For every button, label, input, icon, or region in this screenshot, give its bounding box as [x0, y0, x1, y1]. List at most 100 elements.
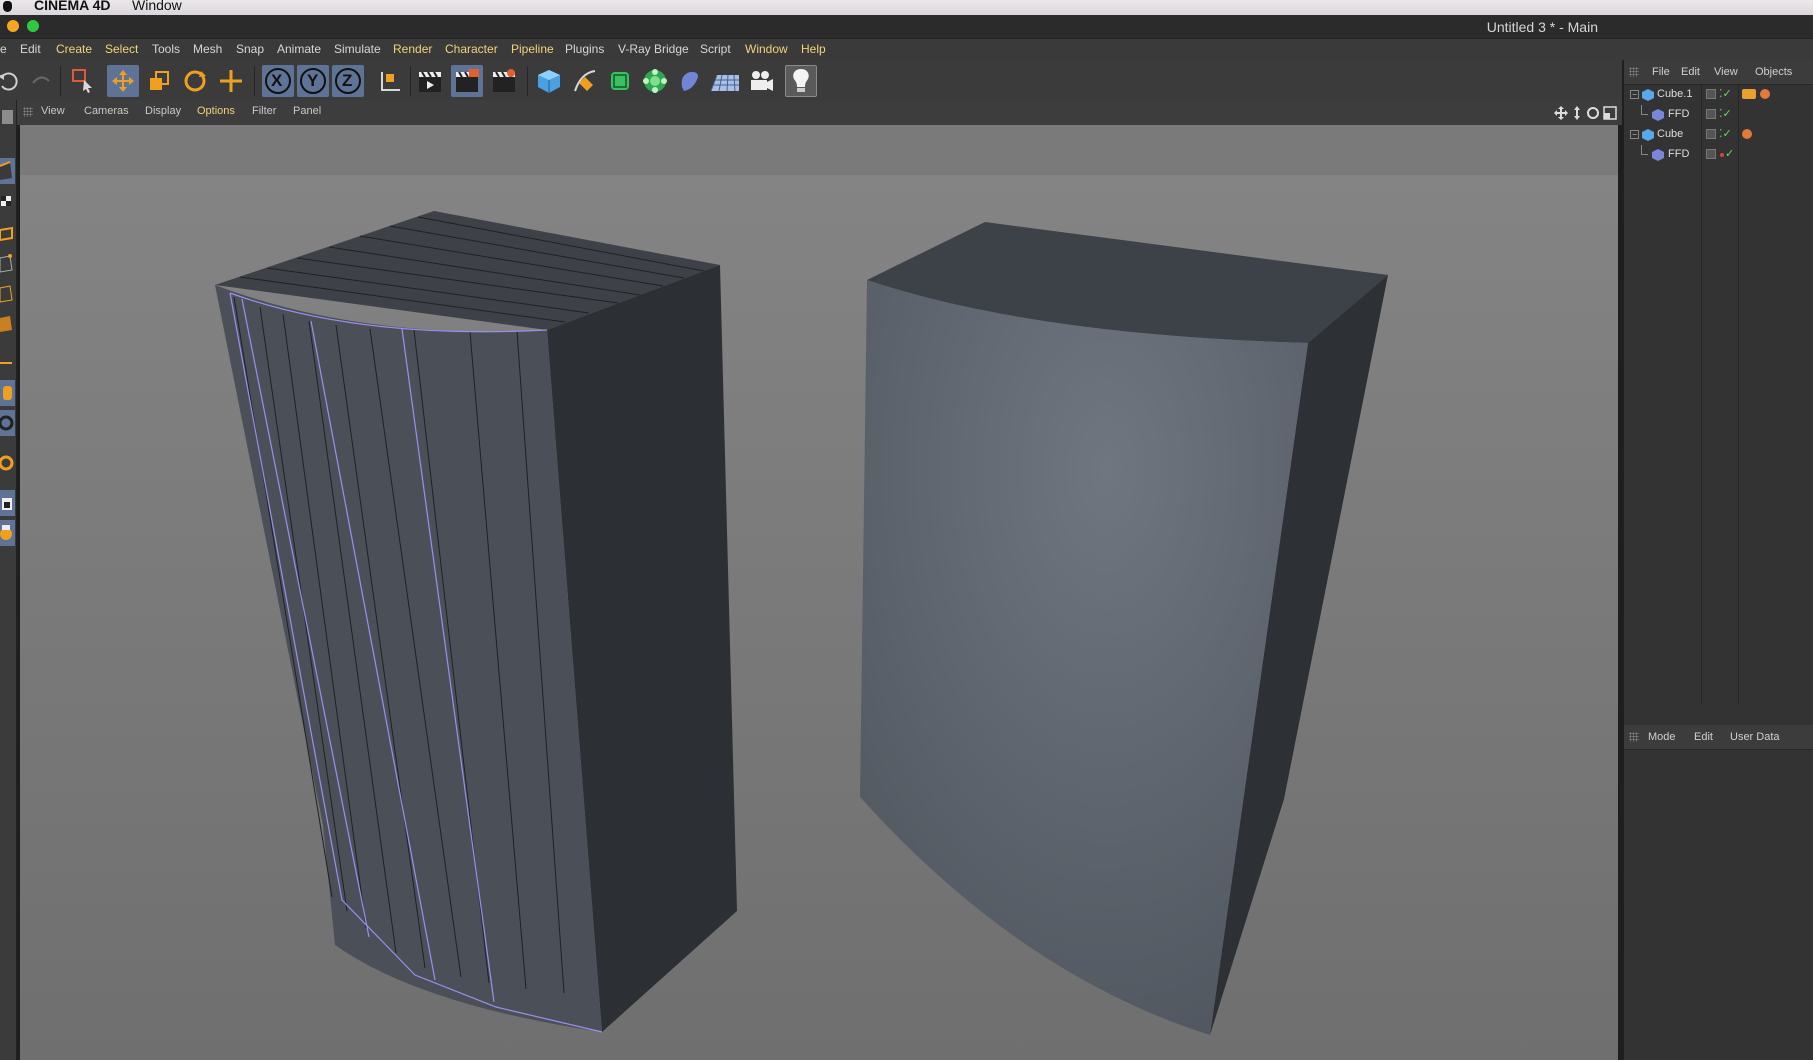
polygons-mode-button[interactable] [0, 310, 15, 336]
texture-tag-icon[interactable] [1760, 89, 1770, 99]
make-editable-button[interactable] [0, 104, 15, 130]
object-menu-file[interactable]: File [1652, 66, 1670, 78]
tweak-mode-button[interactable] [0, 380, 15, 406]
undo-button[interactable] [0, 65, 24, 97]
y-axis-lock-button[interactable]: Y [297, 65, 329, 97]
apple-icon[interactable] [3, 1, 12, 12]
attribute-manager-grip-icon [1629, 732, 1639, 742]
menu-item-edit[interactable]: Edit [20, 42, 41, 56]
texture-tag-icon[interactable] [1742, 129, 1752, 139]
scale-tool-button[interactable] [143, 65, 175, 97]
coordinate-system-button[interactable] [373, 65, 405, 97]
edges-mode-button[interactable] [0, 280, 15, 306]
live-selection-button[interactable] [67, 65, 99, 97]
menu-item-mesh[interactable]: Mesh [193, 42, 222, 56]
undo-icon [0, 72, 18, 91]
object-row-cube-1[interactable]: − Cube.1 ⁚✓ [1624, 85, 1813, 105]
z-axis-label: Z [342, 71, 353, 90]
object-row-ffd-child[interactable]: FFD ✓ [1624, 145, 1813, 165]
enabled-check-icon[interactable]: ✓ [1725, 147, 1734, 160]
model-mode-button[interactable] [0, 158, 15, 184]
solo-button[interactable] [0, 450, 15, 476]
editor-visibility-icon[interactable] [1706, 89, 1716, 99]
viewport-navigation-icons[interactable] [1553, 105, 1621, 121]
lock-workplane-button[interactable] [0, 490, 15, 516]
attribute-menu-edit[interactable]: Edit [1694, 731, 1713, 743]
axis-mode-button[interactable] [0, 350, 15, 376]
rotate-tool-button[interactable] [179, 65, 211, 97]
viewport-menu-view[interactable]: View [41, 105, 65, 117]
disabled-dot-icon[interactable] [1720, 153, 1724, 157]
editor-visibility-icon[interactable] [1706, 109, 1716, 119]
close-window-button[interactable] [7, 20, 19, 32]
collapse-toggle-icon[interactable]: − [1630, 130, 1639, 139]
viewport-menu-filter[interactable]: Filter [252, 105, 276, 117]
x-axis-lock-button[interactable]: X [262, 65, 294, 97]
model-cube-icon [0, 161, 12, 180]
menu-item-plugins[interactable]: Plugins [565, 42, 604, 56]
menu-item-pipeline[interactable]: Pipeline [511, 42, 554, 56]
light-object-button[interactable] [785, 65, 817, 97]
spline-pen-button[interactable] [569, 65, 601, 97]
deformer-button[interactable] [674, 65, 706, 97]
subdivision-surface-button[interactable] [604, 65, 636, 97]
enabled-check-icon[interactable]: ⁚✓ [1719, 107, 1732, 120]
object-menu-edit[interactable]: Edit [1681, 66, 1700, 78]
menu-item-render[interactable]: Render [393, 42, 432, 56]
object-name[interactable]: FFD [1668, 108, 1689, 120]
object-menu-view[interactable]: View [1714, 66, 1738, 78]
menu-item-animate[interactable]: Animate [277, 42, 321, 56]
enabled-check-icon[interactable]: ⁚✓ [1719, 87, 1732, 100]
cube-object-button[interactable] [533, 65, 565, 97]
collapse-toggle-icon[interactable]: − [1630, 90, 1639, 99]
zoom-window-button[interactable] [27, 20, 39, 32]
menu-item-select[interactable]: Select [105, 42, 138, 56]
render-view-button[interactable] [414, 65, 446, 97]
enabled-check-icon[interactable]: ⁚✓ [1719, 127, 1732, 140]
mac-menu-window[interactable]: Window [132, 0, 182, 12]
points-mode-button[interactable] [0, 250, 15, 276]
menu-item-character[interactable]: Character [445, 42, 498, 56]
viewport-menu-panel[interactable]: Panel [293, 105, 321, 117]
floor-object-button[interactable] [709, 65, 741, 97]
redo-button[interactable] [25, 65, 57, 97]
camera-object-button[interactable] [745, 65, 777, 97]
menu-item-create[interactable]: Create [56, 42, 92, 56]
object-menu-objects[interactable]: Objects [1755, 66, 1792, 78]
editor-visibility-icon[interactable] [1706, 149, 1716, 159]
menu-item-tools[interactable]: Tools [152, 42, 180, 56]
viewport-menu-cameras[interactable]: Cameras [84, 105, 129, 117]
menu-item-simulate[interactable]: Simulate [334, 42, 381, 56]
object-row-ffd-child[interactable]: FFD ⁚✓ [1624, 105, 1813, 125]
menu-item-snap[interactable]: Snap [236, 42, 264, 56]
object-name[interactable]: Cube.1 [1657, 88, 1692, 100]
viewport-menu-options[interactable]: Options [197, 105, 235, 117]
snapping-button[interactable] [0, 410, 15, 436]
render-settings-button[interactable] [488, 65, 520, 97]
toolbar-separator [254, 66, 255, 96]
material-tag-icon[interactable] [1742, 89, 1756, 99]
texture-mode-button[interactable] [0, 188, 15, 214]
array-object-button[interactable] [639, 65, 671, 97]
object-name[interactable]: Cube [1657, 128, 1683, 140]
editor-visibility-icon[interactable] [1706, 129, 1716, 139]
move-tool-button[interactable] [107, 65, 139, 97]
menu-item-file-partial[interactable]: e [0, 42, 7, 56]
viewport-menu-display[interactable]: Display [145, 105, 181, 117]
attribute-menu-user-data[interactable]: User Data [1730, 731, 1780, 743]
attribute-menu-mode[interactable]: Mode [1648, 731, 1676, 743]
plus-move-icon [220, 70, 242, 92]
recent-tool-button[interactable] [215, 65, 247, 97]
app-menu-name[interactable]: CINEMA 4D [34, 0, 111, 12]
object-row-cube[interactable]: − Cube ⁚✓ [1624, 125, 1813, 145]
object-name[interactable]: FFD [1668, 148, 1689, 160]
perspective-viewport[interactable] [20, 125, 1618, 1060]
render-picture-viewer-button[interactable] [451, 65, 483, 97]
menu-item-help[interactable]: Help [801, 42, 826, 56]
menu-item-vray-bridge[interactable]: V-Ray Bridge [618, 42, 689, 56]
menu-item-window[interactable]: Window [745, 42, 788, 56]
z-axis-lock-button[interactable]: Z [332, 65, 364, 97]
planar-workplane-button[interactable] [0, 520, 15, 546]
workplane-mode-button[interactable] [0, 220, 15, 246]
menu-item-script[interactable]: Script [700, 42, 731, 56]
